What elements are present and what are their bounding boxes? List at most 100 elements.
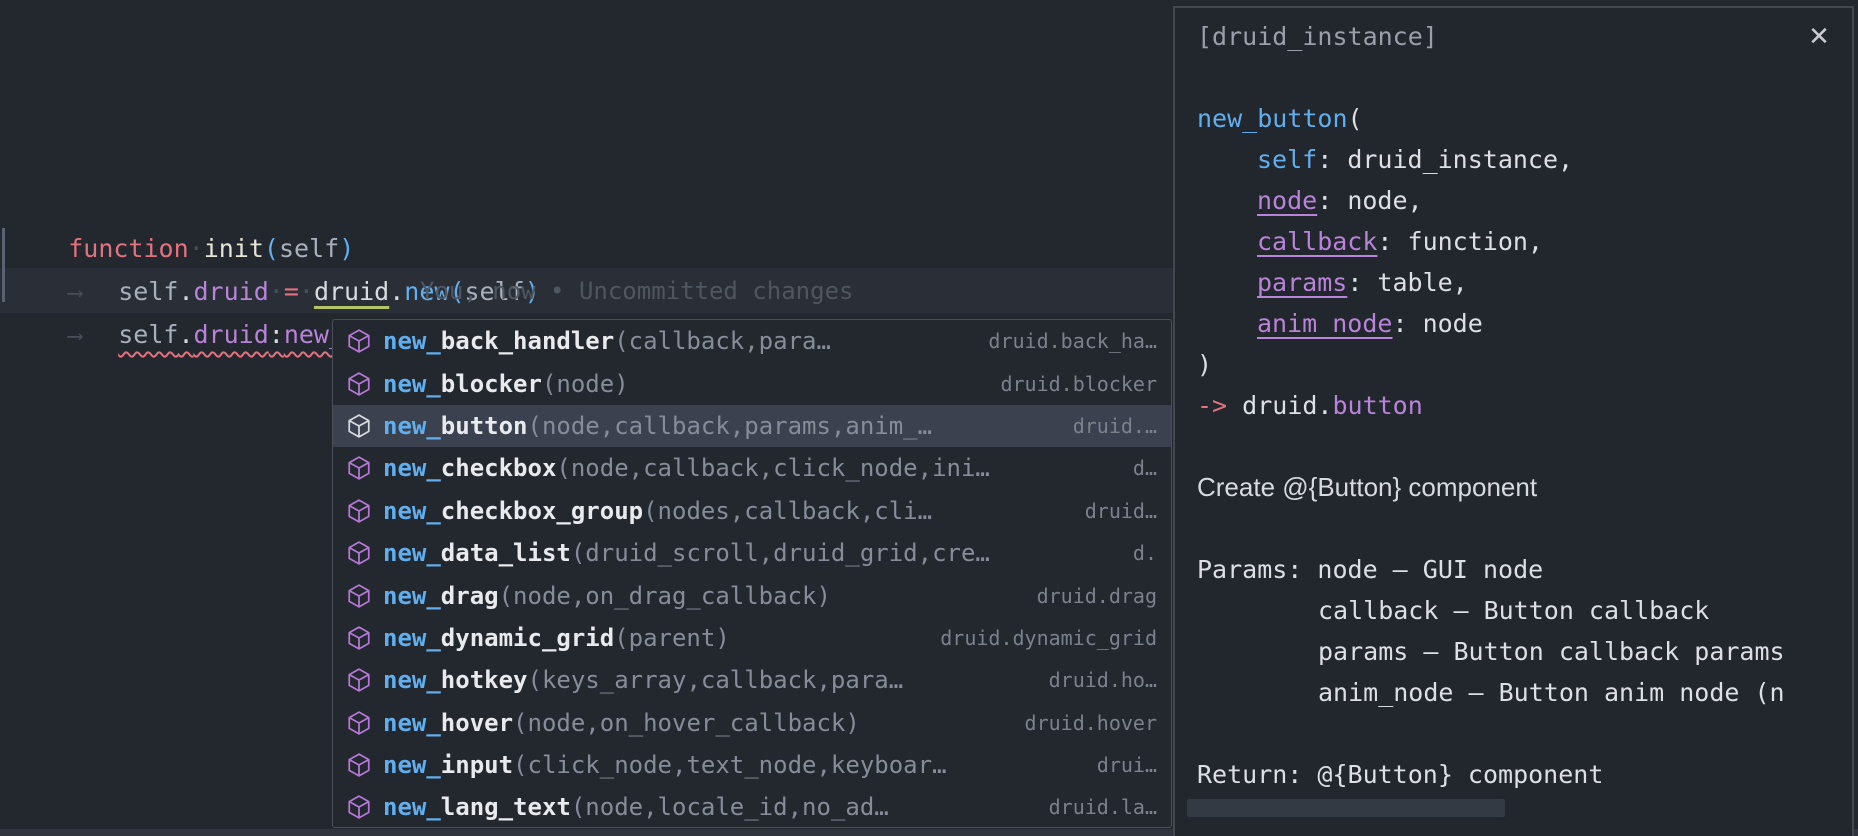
match-text: new_ [383,539,441,567]
completion-item-new-back-handler[interactable]: new_back_handler(callback,para… druid.ba… [333,320,1171,362]
completion-item-new-blocker[interactable]: new_blocker(node) druid.blocker [333,362,1171,404]
editor-window: function·init(self) ⟶self.druid·=·druid.… [0,0,1858,836]
item-name: back_handler [441,327,614,355]
dot-operator: . [389,277,404,306]
completion-item-new-hotkey[interactable]: new_hotkey(keys_array,callback,para… dru… [333,659,1171,701]
completion-item-new-button-selected[interactable]: new_button(node,callback,params,anim_… d… [333,405,1171,447]
module-cube-icon [346,710,372,736]
module-cube-icon [346,625,372,651]
match-text: new_ [383,497,441,525]
module-cube-icon [346,540,372,566]
code-line-2[interactable]: ⟶self.druid·=·druid.new(self) [8,227,540,270]
item-name: dynamic_grid [441,624,614,652]
module-cube-icon [346,328,372,354]
completion-item-new-hover[interactable]: new_hover(node,on_hover_callback) druid.… [333,702,1171,744]
item-hint: druid.blocker [1000,372,1157,396]
completion-item-new-data-list[interactable]: new_data_list(druid_scroll,druid_grid,cr… [333,532,1171,574]
arg-type: : druid_instance, [1317,145,1573,174]
module-cube-icon [346,583,372,609]
item-args: (druid_scroll,druid_grid,cre… [571,539,990,567]
completion-item-new-input[interactable]: new_input(click_node,text_node,keyboar… … [333,744,1171,786]
item-hint: druid… [1085,499,1157,523]
completion-item-new-lang-text[interactable]: new_lang_text(node,locale_id,no_ad… drui… [333,786,1171,828]
item-name: hotkey [441,666,528,694]
module-cube-icon [346,667,372,693]
arg-key: callback [1257,227,1377,256]
doc-params-line-2: callback – Button callback [1197,590,1852,631]
item-name: lang_text [441,793,571,821]
item-hint: drui… [1097,753,1157,777]
completion-item-new-drag[interactable]: new_drag(node,on_drag_callback) druid.dr… [333,574,1171,616]
match-text: new_ [383,582,441,610]
match-text: new_ [383,666,441,694]
arg-key: node [1257,186,1317,215]
module-cube-icon [346,455,372,481]
doc-arg-anim-node: anim_node: node [1197,303,1852,344]
match-text: new_ [383,751,441,779]
close-icon[interactable]: ✕ [1802,20,1836,54]
code-line-1[interactable]: function·init(self) [8,184,354,227]
doc-panel-title: [druid_instance] [1197,16,1852,57]
module-cube-icon [346,371,372,397]
doc-arg-callback: callback: function, [1197,221,1852,262]
item-name: hover [441,709,513,737]
return-module: druid. [1227,391,1332,420]
item-args: (node) [542,370,629,398]
arg-key: self [1257,145,1317,174]
item-name: data_list [441,539,571,567]
match-text: new_ [383,327,441,355]
doc-panel: ✕ [druid_instance] new_button( self: dru… [1173,6,1854,836]
arg-key: params [1257,268,1347,297]
blank-line [1197,426,1852,467]
match-text: new_ [383,454,441,482]
item-name: drag [441,582,499,610]
item-name: button [441,412,528,440]
item-hint: druid.dynamic_grid [940,626,1157,650]
doc-return-line: Return: @{Button} component [1197,754,1852,795]
item-args: (callback,para… [614,327,831,355]
blank-line [1197,508,1852,549]
doc-fn-name: new_button [1197,104,1348,133]
item-hint: d… [1133,456,1157,480]
completion-item-new-checkbox[interactable]: new_checkbox(node,callback,click_node,in… [333,447,1171,489]
item-hint: druid.… [1073,414,1157,438]
doc-signature-open: new_button( [1197,98,1852,139]
item-hint: druid.back_ha… [988,329,1157,353]
return-class: button [1332,391,1422,420]
member-druid: druid [194,320,269,349]
completion-item-new-dynamic-grid[interactable]: new_dynamic_grid(parent) druid.dynamic_g… [333,617,1171,659]
horizontal-scrollbar[interactable] [1187,799,1505,817]
autocomplete-popup: new_back_handler(callback,para… druid.ba… [332,319,1172,828]
item-hint: druid.hover [1025,711,1157,735]
module-cube-icon [346,413,372,439]
doc-return-type: -> druid.button [1197,385,1852,426]
doc-arg-self: self: druid_instance, [1197,139,1852,180]
completion-item-new-checkbox-group[interactable]: new_checkbox_group(nodes,callback,cli… d… [333,490,1171,532]
code-line-3[interactable]: ⟶self.druid:new_ [8,270,344,313]
doc-signature-close: ) [1197,344,1852,385]
item-args: (node,on_hover_callback) [513,709,860,737]
item-args: (node,callback,click_node,ini… [556,454,989,482]
match-text: new_ [383,412,441,440]
item-args: (keys_array,callback,para… [528,666,904,694]
item-args: (click_node,text_node,keyboar… [513,751,946,779]
git-modified-marker [2,228,5,302]
tab-indent-icon: ⟶ [68,315,118,358]
item-name: checkbox_group [441,497,643,525]
item-hint: druid.drag [1037,584,1157,608]
arg-type: : function, [1377,227,1543,256]
item-args: (nodes,callback,cli… [643,497,932,525]
return-arrow: -> [1197,391,1227,420]
item-args: (node,locale_id,no_ad… [571,793,889,821]
error-squiggle-span: self.druid:new_ [118,320,344,349]
colon-operator: : [269,320,284,349]
doc-params-line-4: anim_node – Button anim node (n [1197,672,1852,713]
doc-params-line-1: Params: node – GUI node [1197,549,1852,590]
match-text: new_ [383,370,441,398]
module-cube-icon [346,794,372,820]
item-name: blocker [441,370,542,398]
doc-description: Create @{Button} component [1197,467,1852,508]
arg-key: anim_node [1257,309,1392,338]
item-name: checkbox [441,454,557,482]
item-hint: druid.ho… [1049,668,1157,692]
